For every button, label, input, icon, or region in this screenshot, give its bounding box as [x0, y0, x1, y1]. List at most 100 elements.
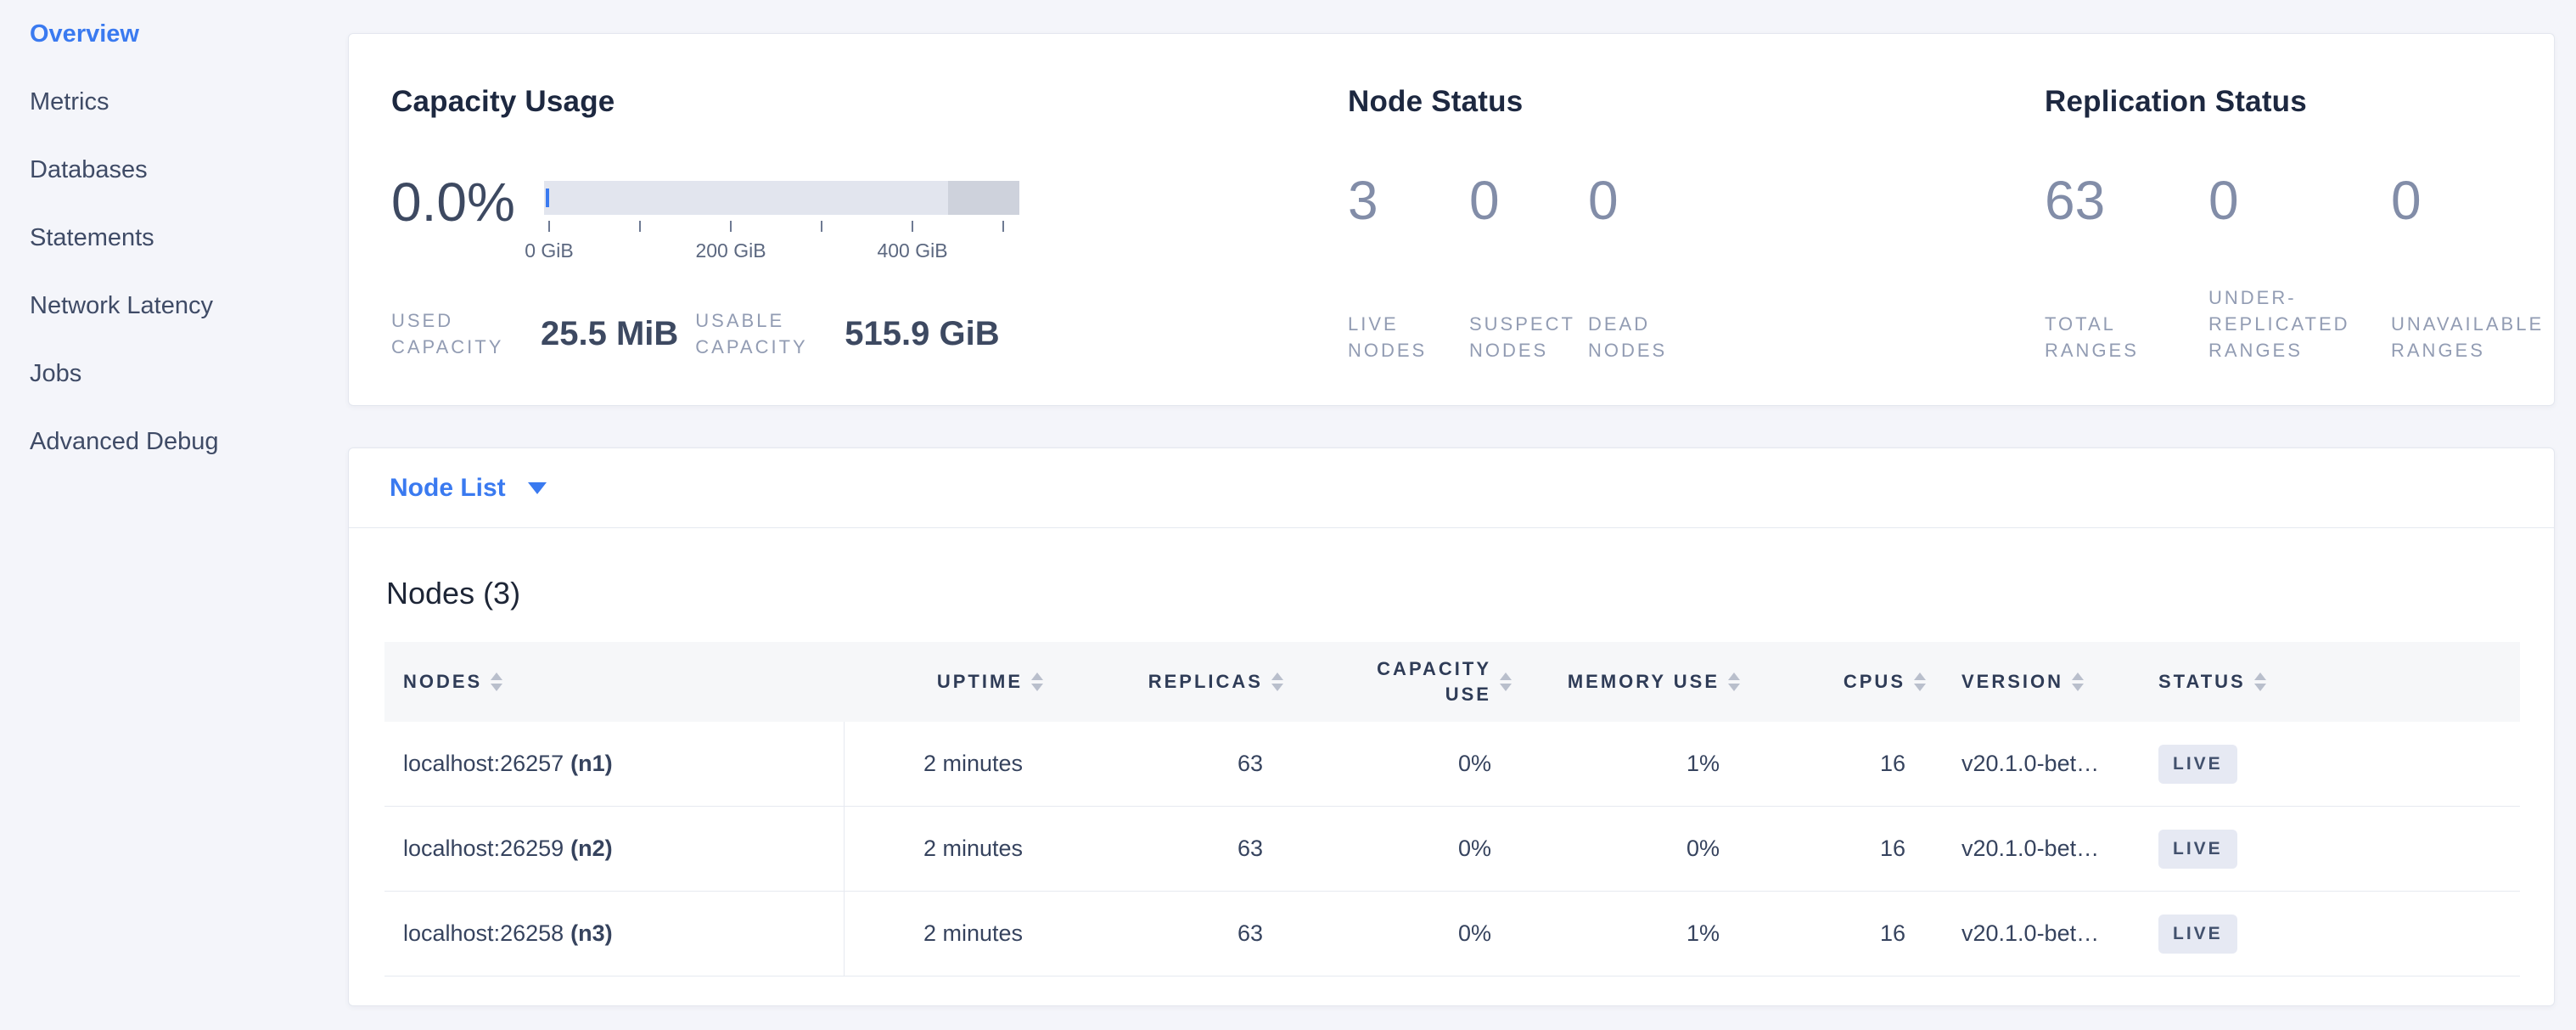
- axis-tick: [548, 221, 550, 232]
- header-cell-status[interactable]: STATUS: [2138, 642, 2520, 722]
- stat-value: 0: [2391, 173, 2548, 228]
- replication-status-title: Replication Status: [2045, 85, 2307, 119]
- capacity-usage-section: Capacity Usage 0.0% 0 GiB 200 GiB 400 Gi…: [391, 34, 1325, 405]
- header-cell-cpus[interactable]: CPUS: [1752, 642, 1938, 722]
- stat-label: LIVE NODES: [1348, 311, 1450, 363]
- stat-label: UNDER-REPLICATED RANGES: [2208, 284, 2366, 363]
- header-cell-capacity-use[interactable]: CAPACITY USE: [1295, 642, 1524, 722]
- capacity-stat: USED CAPACITY 25.5 MiB: [391, 307, 678, 360]
- sidebar-item-label: Statements: [30, 224, 154, 252]
- sidebar-item[interactable]: Network Latency: [0, 272, 348, 340]
- axis-label-400gib: 400 GiB: [877, 239, 947, 262]
- stat-value: 63: [2045, 173, 2208, 228]
- stat-label: USED CAPACITY: [391, 307, 502, 360]
- node-status-section: Node Status 3 LIVE NODES 0 SUSPECT NODES…: [1348, 34, 2027, 405]
- table-row[interactable]: localhost:26257(n1) 2 minutes 63 0% 1% 1…: [384, 722, 2520, 807]
- nodes-heading: Nodes (3): [386, 576, 520, 611]
- axis-tick: [730, 221, 732, 232]
- sort-icon: [2072, 673, 2084, 691]
- view-selector-label: Node List: [390, 474, 506, 503]
- capacity-bar-axis: 0 GiB 200 GiB 400 GiB: [544, 221, 1019, 272]
- sidebar-item[interactable]: Databases: [0, 136, 348, 204]
- table-row[interactable]: localhost:26258(n3) 2 minutes 63 0% 1% 1…: [384, 892, 2520, 977]
- cell-uptime: 2 minutes: [845, 892, 1055, 976]
- axis-tick: [912, 221, 913, 232]
- cell-cpus: 16: [1752, 722, 1938, 806]
- header-cell-uptime[interactable]: UPTIME: [845, 642, 1055, 722]
- node-status-stat: 0 SUSPECT NODES: [1469, 173, 1588, 363]
- sidebar-item[interactable]: Statements: [0, 204, 348, 272]
- axis-tick: [1002, 221, 1004, 232]
- replication-status-section: Replication Status 63 TOTAL RANGES 0 UND…: [2045, 34, 2556, 405]
- cell-capacity-use: 0%: [1295, 807, 1524, 891]
- capacity-bar-nonusable-segment: [948, 181, 1019, 215]
- sidebar-item[interactable]: Metrics: [0, 68, 348, 136]
- cell-capacity-use: 0%: [1295, 722, 1524, 806]
- node-list-view-selector[interactable]: Node List: [390, 474, 547, 503]
- table-row[interactable]: localhost:26259(n2) 2 minutes 63 0% 0% 1…: [384, 807, 2520, 892]
- cell-replicas: 63: [1055, 892, 1295, 976]
- sidebar: Overview Metrics Databases Statements Ne…: [0, 0, 348, 476]
- sidebar-item[interactable]: Jobs: [0, 340, 348, 408]
- cell-cpus: 16: [1752, 892, 1938, 976]
- sidebar-item-label: Databases: [30, 156, 148, 184]
- node-status-stats: 3 LIVE NODES 0 SUSPECT NODES 0 DEAD NODE…: [1348, 173, 1690, 363]
- cell-uptime: 2 minutes: [845, 807, 1055, 891]
- stat-value: 515.9 GiB: [845, 315, 999, 353]
- axis-tick: [639, 221, 641, 232]
- sort-icon: [1271, 673, 1283, 691]
- stat-label: USABLE CAPACITY: [695, 307, 805, 360]
- cluster-summary-card: Capacity Usage 0.0% 0 GiB 200 GiB 400 Gi…: [348, 33, 2555, 406]
- cell-version: v20.1.0-bet…: [1938, 807, 2138, 891]
- capacity-stat: USABLE CAPACITY 515.9 GiB: [695, 307, 999, 360]
- capacity-bar-used-tick: [546, 189, 549, 207]
- stat-label: UNAVAILABLE RANGES: [2391, 311, 2548, 363]
- nodes-table: NODES UPTIME REPLICAS CAPACITY USE MEMOR…: [384, 642, 2520, 977]
- sidebar-item-label: Jobs: [30, 360, 81, 388]
- stat-value: 25.5 MiB: [541, 315, 678, 353]
- cell-uptime: 2 minutes: [845, 722, 1055, 806]
- axis-tick: [821, 221, 822, 232]
- sidebar-item-label: Advanced Debug: [30, 428, 219, 456]
- stat-value: 0: [1588, 173, 1690, 228]
- sidebar-item[interactable]: Overview: [0, 0, 348, 68]
- header-cell-nodes[interactable]: NODES: [384, 642, 845, 722]
- header-cell-replicas[interactable]: REPLICAS: [1055, 642, 1295, 722]
- stat-label: DEAD NODES: [1588, 311, 1690, 363]
- stat-value: 0: [2208, 173, 2391, 228]
- cell-node-address: localhost:26259(n2): [384, 807, 845, 891]
- header-cell-memory-use[interactable]: MEMORY USE: [1524, 642, 1752, 722]
- cell-cpus: 16: [1752, 807, 1938, 891]
- replication-stat: 0 UNAVAILABLE RANGES: [2391, 173, 2548, 363]
- cell-memory-use: 1%: [1524, 722, 1752, 806]
- node-status-title: Node Status: [1348, 85, 1523, 119]
- replication-stats: 63 TOTAL RANGES 0 UNDER-REPLICATED RANGE…: [2045, 173, 2548, 363]
- sort-icon: [2254, 673, 2266, 691]
- node-list-card: Node List Nodes (3) NODES UPTIME REPLICA…: [348, 447, 2555, 1006]
- stat-label: TOTAL RANGES: [2045, 311, 2202, 363]
- cell-replicas: 63: [1055, 722, 1295, 806]
- cell-status: LIVE: [2138, 722, 2520, 806]
- capacity-stats: USED CAPACITY 25.5 MiB USABLE CAPACITY 5…: [391, 307, 1000, 360]
- replication-stat: 0 UNDER-REPLICATED RANGES: [2208, 173, 2391, 363]
- status-badge: LIVE: [2158, 915, 2237, 954]
- stat-label: SUSPECT NODES: [1469, 311, 1571, 363]
- capacity-used-percent: 0.0%: [391, 175, 515, 229]
- capacity-usage-bar: [544, 181, 1019, 215]
- header-cell-version[interactable]: VERSION: [1938, 642, 2138, 722]
- chevron-down-icon: [528, 482, 547, 494]
- axis-label-0gib: 0 GiB: [525, 239, 574, 262]
- sort-icon: [1500, 673, 1512, 691]
- cell-version: v20.1.0-bet…: [1938, 722, 2138, 806]
- sidebar-item[interactable]: Advanced Debug: [0, 408, 348, 476]
- stat-value: 0: [1469, 173, 1588, 228]
- cell-node-address: localhost:26257(n1): [384, 722, 845, 806]
- cell-replicas: 63: [1055, 807, 1295, 891]
- cell-capacity-use: 0%: [1295, 892, 1524, 976]
- axis-label-200gib: 200 GiB: [695, 239, 766, 262]
- view-selector-row: Node List: [349, 448, 2554, 528]
- replication-stat: 63 TOTAL RANGES: [2045, 173, 2208, 363]
- table-body: localhost:26257(n1) 2 minutes 63 0% 1% 1…: [384, 722, 2520, 977]
- node-status-stat: 0 DEAD NODES: [1588, 173, 1690, 363]
- sort-icon: [1728, 673, 1740, 691]
